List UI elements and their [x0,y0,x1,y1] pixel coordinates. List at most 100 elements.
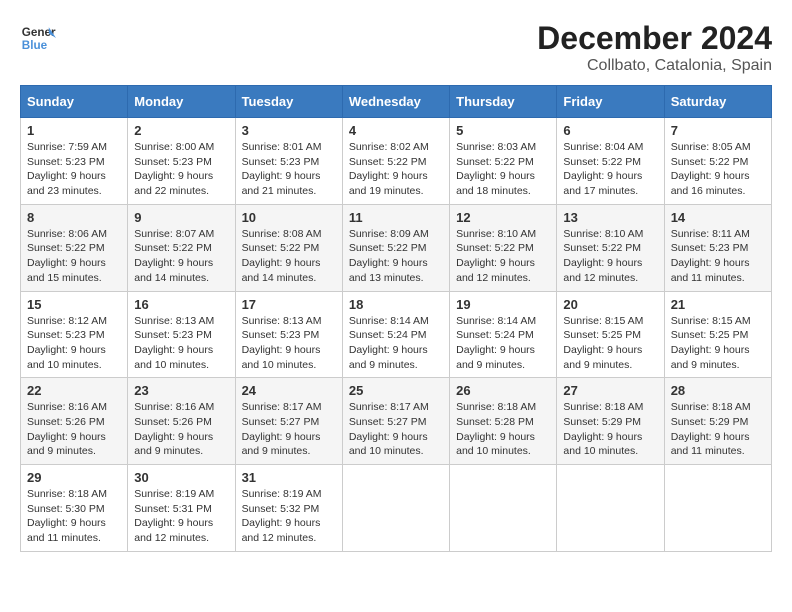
day-info: Sunrise: 8:12 AMSunset: 5:23 PMDaylight:… [27,314,121,373]
day-info: Sunrise: 8:09 AMSunset: 5:22 PMDaylight:… [349,227,443,286]
calendar-cell [664,465,771,552]
calendar-cell: 29Sunrise: 8:18 AMSunset: 5:30 PMDayligh… [21,465,128,552]
calendar-cell: 14 Sunrise: 8:11 AMSunset: 5:23 PMDayligh… [664,204,771,291]
page-subtitle: Collbato, Catalonia, Spain [537,57,772,75]
day-number: 24 [242,383,336,398]
day-number: 2 [134,123,228,138]
page-header: General Blue December 2024 Collbato, Cat… [20,20,772,75]
header-day-friday: Friday [557,86,664,118]
page-title: December 2024 [537,20,772,57]
calendar-cell: 10 Sunrise: 8:08 AMSunset: 5:22 PMDayligh… [235,204,342,291]
day-info: Sunrise: 8:01 AMSunset: 5:23 PMDaylight:… [242,140,336,199]
day-number: 17 [242,297,336,312]
header-day-saturday: Saturday [664,86,771,118]
calendar-cell: 16 Sunrise: 8:13 AMSunset: 5:23 PMDayligh… [128,291,235,378]
calendar-cell: 2 Sunrise: 8:00 AMSunset: 5:23 PMDaylight… [128,118,235,205]
calendar-cell: 22 Sunrise: 8:16 AMSunset: 5:26 PMDayligh… [21,378,128,465]
day-number: 10 [242,210,336,225]
calendar-cell: 15 Sunrise: 8:12 AMSunset: 5:23 PMDayligh… [21,291,128,378]
calendar-week-row: 22 Sunrise: 8:16 AMSunset: 5:26 PMDayligh… [21,378,772,465]
day-info: Sunrise: 8:02 AMSunset: 5:22 PMDaylight:… [349,140,443,199]
day-info: Sunrise: 8:04 AMSunset: 5:22 PMDaylight:… [563,140,657,199]
day-number: 3 [242,123,336,138]
day-number: 1 [27,123,121,138]
day-number: 4 [349,123,443,138]
day-info: Sunrise: 8:00 AMSunset: 5:23 PMDaylight:… [134,140,228,199]
day-info: Sunrise: 8:10 AMSunset: 5:22 PMDaylight:… [456,227,550,286]
title-area: December 2024 Collbato, Catalonia, Spain [537,20,772,75]
day-number: 13 [563,210,657,225]
calendar-cell: 24 Sunrise: 8:17 AMSunset: 5:27 PMDayligh… [235,378,342,465]
calendar-cell: 9Sunrise: 8:07 AMSunset: 5:22 PMDaylight… [128,204,235,291]
day-number: 21 [671,297,765,312]
day-info: Sunrise: 8:13 AMSunset: 5:23 PMDaylight:… [242,314,336,373]
calendar-cell: 18Sunrise: 8:14 AMSunset: 5:24 PMDayligh… [342,291,449,378]
day-number: 16 [134,297,228,312]
calendar-week-row: 8Sunrise: 8:06 AMSunset: 5:22 PMDaylight… [21,204,772,291]
logo: General Blue [20,20,56,56]
calendar-cell: 1 Sunrise: 7:59 AMSunset: 5:23 PMDaylight… [21,118,128,205]
calendar-cell: 17 Sunrise: 8:13 AMSunset: 5:23 PMDayligh… [235,291,342,378]
day-number: 11 [349,210,443,225]
day-info: Sunrise: 8:18 AMSunset: 5:29 PMDaylight:… [563,400,657,459]
day-number: 14 [671,210,765,225]
day-info: Sunrise: 8:18 AMSunset: 5:28 PMDaylight:… [456,400,550,459]
calendar-cell: 7 Sunrise: 8:05 AMSunset: 5:22 PMDaylight… [664,118,771,205]
day-info: Sunrise: 8:11 AMSunset: 5:23 PMDaylight:… [671,227,765,286]
logo-icon: General Blue [20,20,56,56]
calendar-cell: 13 Sunrise: 8:10 AMSunset: 5:22 PMDayligh… [557,204,664,291]
header-row: SundayMondayTuesdayWednesdayThursdayFrid… [21,86,772,118]
day-info: Sunrise: 8:10 AMSunset: 5:22 PMDaylight:… [563,227,657,286]
header-day-monday: Monday [128,86,235,118]
day-info: Sunrise: 8:16 AMSunset: 5:26 PMDaylight:… [134,400,228,459]
calendar-header: SundayMondayTuesdayWednesdayThursdayFrid… [21,86,772,118]
day-number: 23 [134,383,228,398]
header-day-wednesday: Wednesday [342,86,449,118]
day-number: 22 [27,383,121,398]
day-info: Sunrise: 8:17 AMSunset: 5:27 PMDaylight:… [242,400,336,459]
day-number: 25 [349,383,443,398]
calendar-cell: 25 Sunrise: 8:17 AMSunset: 5:27 PMDayligh… [342,378,449,465]
day-info: Sunrise: 8:15 AMSunset: 5:25 PMDaylight:… [563,314,657,373]
calendar-cell: 5Sunrise: 8:03 AMSunset: 5:22 PMDaylight… [450,118,557,205]
day-number: 19 [456,297,550,312]
calendar-week-row: 29Sunrise: 8:18 AMSunset: 5:30 PMDayligh… [21,465,772,552]
day-number: 8 [27,210,121,225]
calendar-cell [342,465,449,552]
day-number: 15 [27,297,121,312]
calendar-week-row: 1 Sunrise: 7:59 AMSunset: 5:23 PMDaylight… [21,118,772,205]
day-info: Sunrise: 8:07 AMSunset: 5:22 PMDaylight:… [134,227,228,286]
day-info: Sunrise: 7:59 AMSunset: 5:23 PMDaylight:… [27,140,121,199]
day-info: Sunrise: 8:18 AMSunset: 5:29 PMDaylight:… [671,400,765,459]
calendar-cell: 28 Sunrise: 8:18 AMSunset: 5:29 PMDayligh… [664,378,771,465]
day-info: Sunrise: 8:13 AMSunset: 5:23 PMDaylight:… [134,314,228,373]
svg-text:Blue: Blue [22,39,48,52]
calendar-cell: 3 Sunrise: 8:01 AMSunset: 5:23 PMDaylight… [235,118,342,205]
day-number: 27 [563,383,657,398]
header-day-sunday: Sunday [21,86,128,118]
day-info: Sunrise: 8:08 AMSunset: 5:22 PMDaylight:… [242,227,336,286]
calendar-body: 1 Sunrise: 7:59 AMSunset: 5:23 PMDaylight… [21,118,772,552]
calendar-cell [450,465,557,552]
calendar-cell: 12 Sunrise: 8:10 AMSunset: 5:22 PMDayligh… [450,204,557,291]
day-info: Sunrise: 8:19 AMSunset: 5:31 PMDaylight:… [134,487,228,546]
day-number: 28 [671,383,765,398]
day-info: Sunrise: 8:16 AMSunset: 5:26 PMDaylight:… [27,400,121,459]
calendar-cell: 26Sunrise: 8:18 AMSunset: 5:28 PMDayligh… [450,378,557,465]
day-number: 12 [456,210,550,225]
day-number: 20 [563,297,657,312]
calendar-cell: 20 Sunrise: 8:15 AMSunset: 5:25 PMDayligh… [557,291,664,378]
day-info: Sunrise: 8:18 AMSunset: 5:30 PMDaylight:… [27,487,121,546]
calendar-cell [557,465,664,552]
header-day-tuesday: Tuesday [235,86,342,118]
day-info: Sunrise: 8:17 AMSunset: 5:27 PMDaylight:… [349,400,443,459]
calendar-cell: 4 Sunrise: 8:02 AMSunset: 5:22 PMDaylight… [342,118,449,205]
calendar-cell: 8Sunrise: 8:06 AMSunset: 5:22 PMDaylight… [21,204,128,291]
calendar-cell: 23 Sunrise: 8:16 AMSunset: 5:26 PMDayligh… [128,378,235,465]
day-info: Sunrise: 8:05 AMSunset: 5:22 PMDaylight:… [671,140,765,199]
day-info: Sunrise: 8:14 AMSunset: 5:24 PMDaylight:… [456,314,550,373]
calendar-cell: 6Sunrise: 8:04 AMSunset: 5:22 PMDaylight… [557,118,664,205]
day-number: 7 [671,123,765,138]
day-info: Sunrise: 8:15 AMSunset: 5:25 PMDaylight:… [671,314,765,373]
day-number: 5 [456,123,550,138]
